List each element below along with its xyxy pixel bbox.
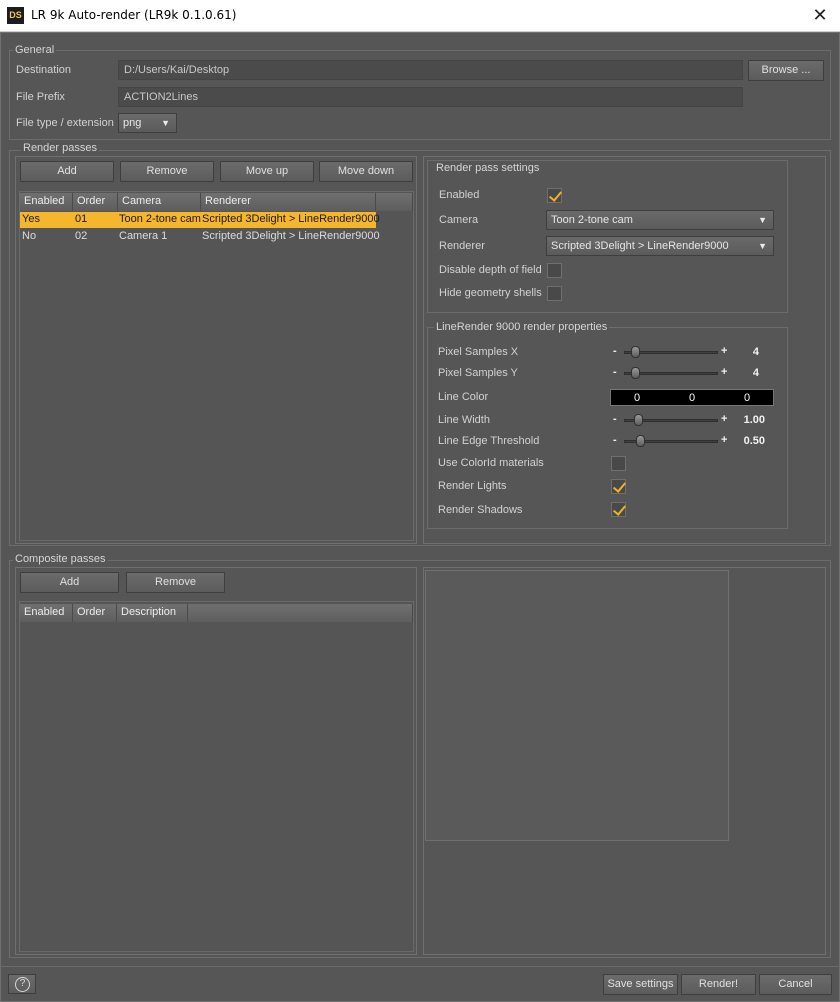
line-width-value[interactable]: 1.00 xyxy=(735,414,765,426)
camera-label: Camera xyxy=(439,214,479,226)
renderer-label: Renderer xyxy=(439,240,485,252)
column-header-order[interactable]: Order xyxy=(73,604,117,622)
hide-shells-label: Hide geometry shells xyxy=(439,287,542,299)
chevron-down-icon: ▼ xyxy=(161,118,170,128)
pixel-samples-x-value[interactable]: 4 xyxy=(735,346,759,358)
daz-studio-icon: DS xyxy=(7,7,24,24)
render-button[interactable]: Render! xyxy=(681,974,756,995)
help-icon: ? xyxy=(15,977,30,992)
render-lights-label: Render Lights xyxy=(438,480,507,492)
line-color-r: 0 xyxy=(634,392,641,404)
window-title: LR 9k Auto-render (LR9k 0.1.0.61) xyxy=(31,8,237,22)
chevron-down-icon: ▼ xyxy=(758,215,767,225)
column-header-filler xyxy=(376,193,413,211)
move-up-button[interactable]: Move up xyxy=(220,161,314,182)
column-header-camera[interactable]: Camera xyxy=(118,193,201,211)
cell-enabled: No xyxy=(22,230,37,242)
column-header-order[interactable]: Order xyxy=(73,193,118,211)
general-group-label: General xyxy=(13,44,57,56)
destination-field[interactable]: D:/Users/Kai/Desktop xyxy=(118,60,743,80)
file-type-value: png xyxy=(123,117,142,129)
column-header-renderer[interactable]: Renderer xyxy=(201,193,376,211)
enabled-label: Enabled xyxy=(439,189,480,201)
line-width-decrement[interactable]: - xyxy=(613,413,617,425)
file-prefix-field[interactable]: ACTION2Lines xyxy=(118,87,743,107)
pixel-samples-x-label: Pixel Samples X xyxy=(438,346,519,358)
line-width-increment[interactable]: + xyxy=(721,413,727,425)
pixel-samples-y-label: Pixel Samples Y xyxy=(438,367,518,379)
remove-pass-button[interactable]: Remove xyxy=(120,161,214,182)
cell-camera: Toon 2-tone cam xyxy=(119,213,201,225)
line-width-label: Line Width xyxy=(438,414,490,426)
pixel-samples-x-thumb[interactable] xyxy=(631,346,640,358)
composite-passes-table xyxy=(19,601,414,952)
close-icon[interactable]: ✕ xyxy=(808,4,832,26)
disable-dof-label: Disable depth of field xyxy=(439,264,542,276)
line-width-thumb[interactable] xyxy=(634,414,643,426)
column-header-filler xyxy=(188,604,413,622)
pixel-samples-y-thumb[interactable] xyxy=(631,367,640,379)
render-pass-settings-label: Render pass settings xyxy=(434,162,542,174)
cancel-button[interactable]: Cancel xyxy=(759,974,832,995)
enabled-checkbox[interactable] xyxy=(547,188,562,203)
pixel-samples-x-increment[interactable]: + xyxy=(721,345,727,357)
use-colorid-label: Use ColorId materials xyxy=(438,457,544,469)
render-shadows-checkbox[interactable] xyxy=(611,502,626,517)
destination-label: Destination xyxy=(16,64,72,76)
linerender-properties-label: LineRender 9000 render properties xyxy=(434,321,610,333)
composite-passes-group-label: Composite passes xyxy=(13,553,108,565)
chevron-down-icon: ▼ xyxy=(758,241,767,251)
file-prefix-label: File Prefix xyxy=(16,91,65,103)
use-colorid-checkbox[interactable] xyxy=(611,456,626,471)
camera-dropdown[interactable]: Toon 2-tone cam ▼ xyxy=(546,210,774,230)
pixel-samples-y-value[interactable]: 4 xyxy=(735,367,759,379)
cell-renderer: Scripted 3Delight > LineRender9000 xyxy=(202,213,380,225)
composite-preview-area xyxy=(425,570,729,841)
pixel-samples-x-decrement[interactable]: - xyxy=(613,345,617,357)
remove-composite-button[interactable]: Remove xyxy=(126,572,225,593)
hide-shells-checkbox[interactable] xyxy=(547,286,562,301)
cell-renderer: Scripted 3Delight > LineRender9000 xyxy=(202,230,380,242)
render-passes-group-label: Render passes xyxy=(21,142,99,154)
cell-camera: Camera 1 xyxy=(119,230,168,242)
pixel-samples-y-increment[interactable]: + xyxy=(721,366,727,378)
line-edge-threshold-value[interactable]: 0.50 xyxy=(735,435,765,447)
cell-order: 02 xyxy=(75,230,88,242)
line-edge-threshold-label: Line Edge Threshold xyxy=(438,435,540,447)
column-header-enabled[interactable]: Enabled xyxy=(20,193,73,211)
file-type-label: File type / extension xyxy=(16,117,114,129)
line-color-b: 0 xyxy=(744,392,751,404)
pixel-samples-y-decrement[interactable]: - xyxy=(613,366,617,378)
help-button[interactable]: ? xyxy=(8,974,36,994)
add-pass-button[interactable]: Add xyxy=(20,161,114,182)
camera-value: Toon 2-tone cam xyxy=(551,214,633,226)
line-edge-threshold-thumb[interactable] xyxy=(636,435,645,447)
title-bar: DS LR 9k Auto-render (LR9k 0.1.0.61) ✕ xyxy=(0,0,840,32)
renderer-value: Scripted 3Delight > LineRender9000 xyxy=(551,240,729,252)
cell-order: 01 xyxy=(75,213,88,225)
column-header-description[interactable]: Description xyxy=(117,604,188,622)
line-color-swatch[interactable]: 0 0 0 xyxy=(610,389,774,406)
disable-dof-checkbox[interactable] xyxy=(547,263,562,278)
browse-button[interactable]: Browse ... xyxy=(748,60,824,81)
line-color-label: Line Color xyxy=(438,391,489,403)
table-row[interactable]: Yes 01 Toon 2-tone cam Scripted 3Delight… xyxy=(20,212,380,228)
render-lights-checkbox[interactable] xyxy=(611,479,626,494)
save-settings-button[interactable]: Save settings xyxy=(603,974,678,995)
line-color-g: 0 xyxy=(689,392,696,404)
renderer-dropdown[interactable]: Scripted 3Delight > LineRender9000 ▼ xyxy=(546,236,774,256)
add-composite-button[interactable]: Add xyxy=(20,572,119,593)
column-header-enabled[interactable]: Enabled xyxy=(20,604,73,622)
move-down-button[interactable]: Move down xyxy=(319,161,413,182)
table-row[interactable]: No 02 Camera 1 Scripted 3Delight > LineR… xyxy=(20,229,380,245)
file-type-dropdown[interactable]: png ▼ xyxy=(118,113,177,133)
line-edge-threshold-increment[interactable]: + xyxy=(721,434,727,446)
render-shadows-label: Render Shadows xyxy=(438,504,523,516)
cell-enabled: Yes xyxy=(22,213,40,225)
line-edge-threshold-decrement[interactable]: - xyxy=(613,434,617,446)
